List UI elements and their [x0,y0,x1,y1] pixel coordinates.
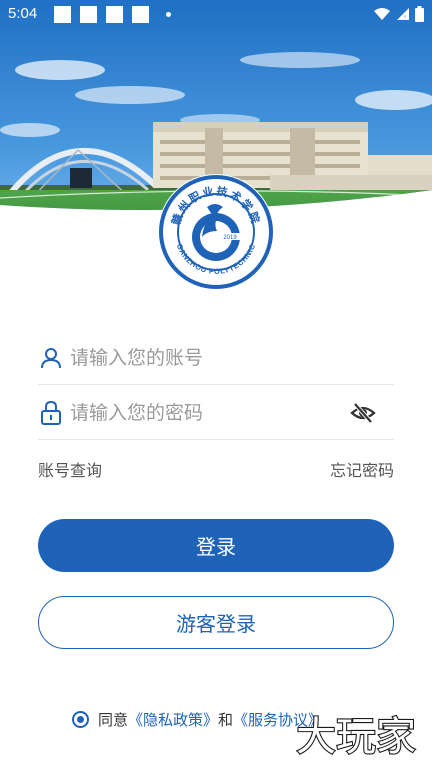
agreement-conjunction: 和 [218,710,234,729]
notification-icon [132,6,149,23]
login-button[interactable]: 登录 [38,519,394,572]
more-notifications-dot [166,12,171,17]
status-time: 5:04 [8,5,38,22]
account-query-link[interactable]: 账号查询 [38,457,102,481]
watermark-logo: 大玩家 [295,713,417,761]
battery-icon [415,6,424,22]
agreement-radio[interactable] [72,710,89,728]
notification-icon [106,6,123,23]
status-indicators [373,6,424,22]
user-icon [38,345,64,371]
password-field[interactable] [38,386,394,440]
eye-hidden-icon[interactable] [350,400,376,426]
logo-year: 2019 [223,235,237,241]
watermark-text: 大玩家 [296,714,416,760]
account-input[interactable] [70,346,340,369]
notification-icon [54,6,71,23]
notification-icon [80,6,97,23]
school-logo: 赣州职业技术学院 GANZHOU POLYTECHNIC 2019 [158,174,274,290]
forgot-password-link[interactable]: 忘记密码 [330,457,394,481]
account-links-row: 账号查询 忘记密码 [38,455,394,481]
wifi-icon [374,8,390,20]
radio-checked-dot [77,715,84,723]
signal-icon [397,8,409,20]
privacy-policy-link[interactable]: 《隐私政策》 [128,709,218,730]
status-bar: 5:04 [0,0,432,28]
account-field[interactable] [38,331,394,385]
agreement-row: 同意 《隐私政策》 和 《服务协议》 [72,708,323,730]
guest-login-button[interactable]: 游客登录 [38,596,394,649]
lock-icon [38,400,64,426]
password-input[interactable] [70,401,340,424]
agreement-prefix: 同意 [98,710,129,729]
